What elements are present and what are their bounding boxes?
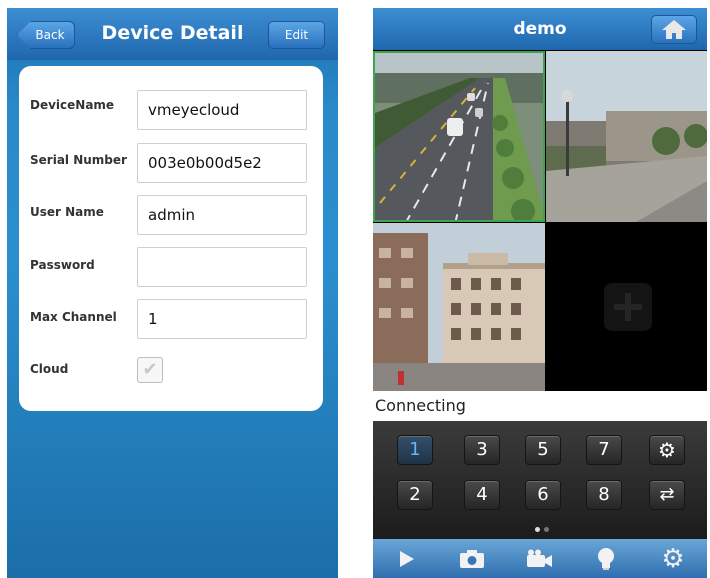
- channel-2-button[interactable]: 2: [397, 480, 433, 510]
- channel-control-panel: 1 3 5 7 ⚙ 2 4 6 8 ⇄: [373, 421, 707, 539]
- play-button[interactable]: [373, 539, 439, 578]
- gear-icon: ⚙: [658, 438, 676, 462]
- max-channel-field[interactable]: 1: [137, 299, 307, 339]
- buildings-camera-feed: [373, 223, 545, 391]
- lightbulb-icon: [598, 547, 614, 570]
- snapshot-button[interactable]: [439, 539, 505, 578]
- home-button[interactable]: [651, 15, 697, 44]
- edit-button[interactable]: Edit: [268, 21, 325, 49]
- bottom-toolbar: ⚙: [373, 539, 707, 578]
- road-camera-feed: [375, 53, 543, 220]
- device-name-label: DeviceName: [30, 98, 115, 112]
- password-label: Password: [30, 258, 95, 272]
- gear-icon: ⚙: [661, 543, 685, 574]
- channel-4-button[interactable]: 4: [464, 480, 500, 510]
- user-name-field[interactable]: admin: [137, 195, 307, 235]
- serial-number-label: Serial Number: [30, 153, 127, 167]
- config-button[interactable]: ⚙: [640, 539, 706, 578]
- camera-tile-4-empty[interactable]: [546, 223, 707, 391]
- channel-5-button[interactable]: 5: [525, 435, 561, 465]
- connection-status: Connecting: [373, 391, 707, 421]
- max-channel-label: Max Channel: [30, 310, 117, 324]
- play-icon: [400, 550, 414, 567]
- live-view-screen: demo Connecting 1 3 5 7 ⚙ 2 4 6 8 ⇄ ⚙: [373, 8, 707, 578]
- record-button[interactable]: [506, 539, 572, 578]
- checkmark-icon: ✔: [142, 359, 158, 380]
- device-form: DeviceName vmeyecloud Serial Number 003e…: [19, 66, 323, 411]
- channel-8-button[interactable]: 8: [586, 480, 622, 510]
- serial-number-field[interactable]: 003e0b00d5e2: [137, 143, 307, 183]
- camera-tile-2[interactable]: [546, 51, 707, 222]
- cloud-label: Cloud: [30, 362, 69, 376]
- plaza-camera-feed: [546, 51, 707, 222]
- user-name-label: User Name: [30, 205, 104, 219]
- home-icon: [662, 20, 686, 39]
- camera-tile-1[interactable]: [373, 51, 545, 222]
- channel-3-button[interactable]: 3: [464, 435, 500, 465]
- switch-button[interactable]: ⇄: [649, 480, 685, 510]
- channel-6-button[interactable]: 6: [525, 480, 561, 510]
- device-detail-screen: Back Device Detail Edit DeviceName vmeye…: [7, 8, 338, 578]
- password-field[interactable]: [137, 247, 307, 287]
- video-camera-icon: [527, 549, 552, 567]
- camera-icon: [460, 549, 484, 568]
- cloud-checkbox[interactable]: ✔: [137, 357, 163, 383]
- device-name-field[interactable]: vmeyecloud: [137, 90, 307, 130]
- swap-arrows-icon: ⇄: [659, 484, 675, 505]
- channel-1-button[interactable]: 1: [397, 435, 433, 465]
- light-button[interactable]: [573, 539, 639, 578]
- camera-tile-3[interactable]: [373, 223, 545, 391]
- settings-button[interactable]: ⚙: [649, 435, 685, 465]
- page-dot-active: [535, 527, 540, 532]
- page-dot: [544, 527, 549, 532]
- plus-icon: [604, 283, 652, 331]
- channel-7-button[interactable]: 7: [586, 435, 622, 465]
